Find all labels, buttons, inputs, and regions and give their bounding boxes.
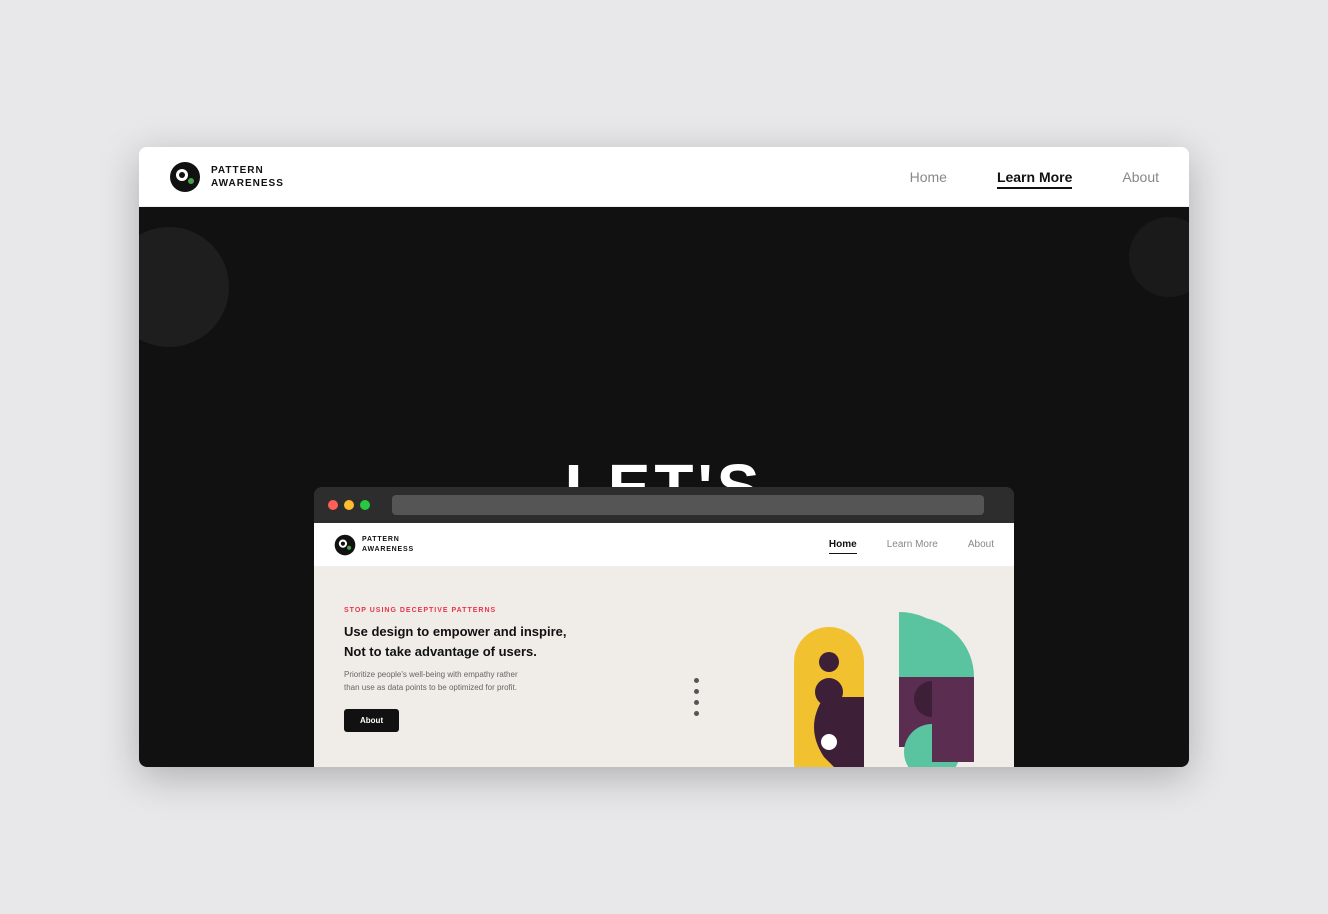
hero-circle-right (1129, 217, 1189, 297)
browser-dot-red (328, 500, 338, 510)
logo-area: PATTERN AWARENESS (169, 161, 910, 193)
nav-link-home[interactable]: Home (910, 169, 947, 185)
browser-address-bar (392, 495, 984, 515)
hero-section: LET'S (139, 207, 1189, 767)
nav-link-about[interactable]: About (1122, 169, 1159, 185)
dot-nav (694, 678, 699, 716)
inner-nav-link-about[interactable]: About (968, 539, 994, 550)
inner-about-button[interactable]: About (344, 709, 399, 732)
dot-nav-dot-4 (694, 711, 699, 716)
hero-circle-left (139, 227, 229, 347)
inner-logo-icon (334, 534, 356, 556)
browser-dot-yellow (344, 500, 354, 510)
browser-window: PATTERN AWARENESS Home Learn More About … (314, 487, 1014, 767)
shape-illustration (714, 597, 984, 767)
nav-link-learn-more[interactable]: Learn More (997, 169, 1072, 185)
inner-hero-tag: STOP USING DECEPTIVE PATTERNS (344, 607, 664, 614)
browser-dot-green (360, 500, 370, 510)
logo-text: PATTERN AWARENESS (211, 164, 284, 190)
inner-logo-area: PATTERN AWARENESS (334, 534, 829, 556)
inner-nav: PATTERN AWARENESS Home Learn More About (314, 523, 1014, 567)
top-nav-links: Home Learn More About (910, 169, 1159, 185)
inner-nav-links: Home Learn More About (829, 539, 994, 550)
inner-hero-text: STOP USING DECEPTIVE PATTERNS Use design… (344, 597, 664, 767)
inner-logo-text: PATTERN AWARENESS (362, 535, 414, 553)
inner-hero-title: Use design to empower and inspire, Not t… (344, 622, 664, 661)
inner-nav-link-learn-more[interactable]: Learn More (887, 539, 938, 550)
dot-nav-dot-3 (694, 700, 699, 705)
inner-website: PATTERN AWARENESS Home Learn More About … (314, 523, 1014, 767)
inner-hero-illustration (684, 597, 984, 767)
top-nav: PATTERN AWARENESS Home Learn More About (139, 147, 1189, 207)
inner-hero: STOP USING DECEPTIVE PATTERNS Use design… (314, 567, 1014, 767)
logo-icon (169, 161, 201, 193)
inner-hero-desc: Prioritize people's well-being with empa… (344, 669, 524, 695)
dot-nav-dot-2 (694, 689, 699, 694)
browser-chrome (314, 487, 1014, 523)
inner-nav-link-home[interactable]: Home (829, 539, 857, 550)
dot-nav-dot-1 (694, 678, 699, 683)
main-window: PATTERN AWARENESS Home Learn More About … (139, 147, 1189, 767)
